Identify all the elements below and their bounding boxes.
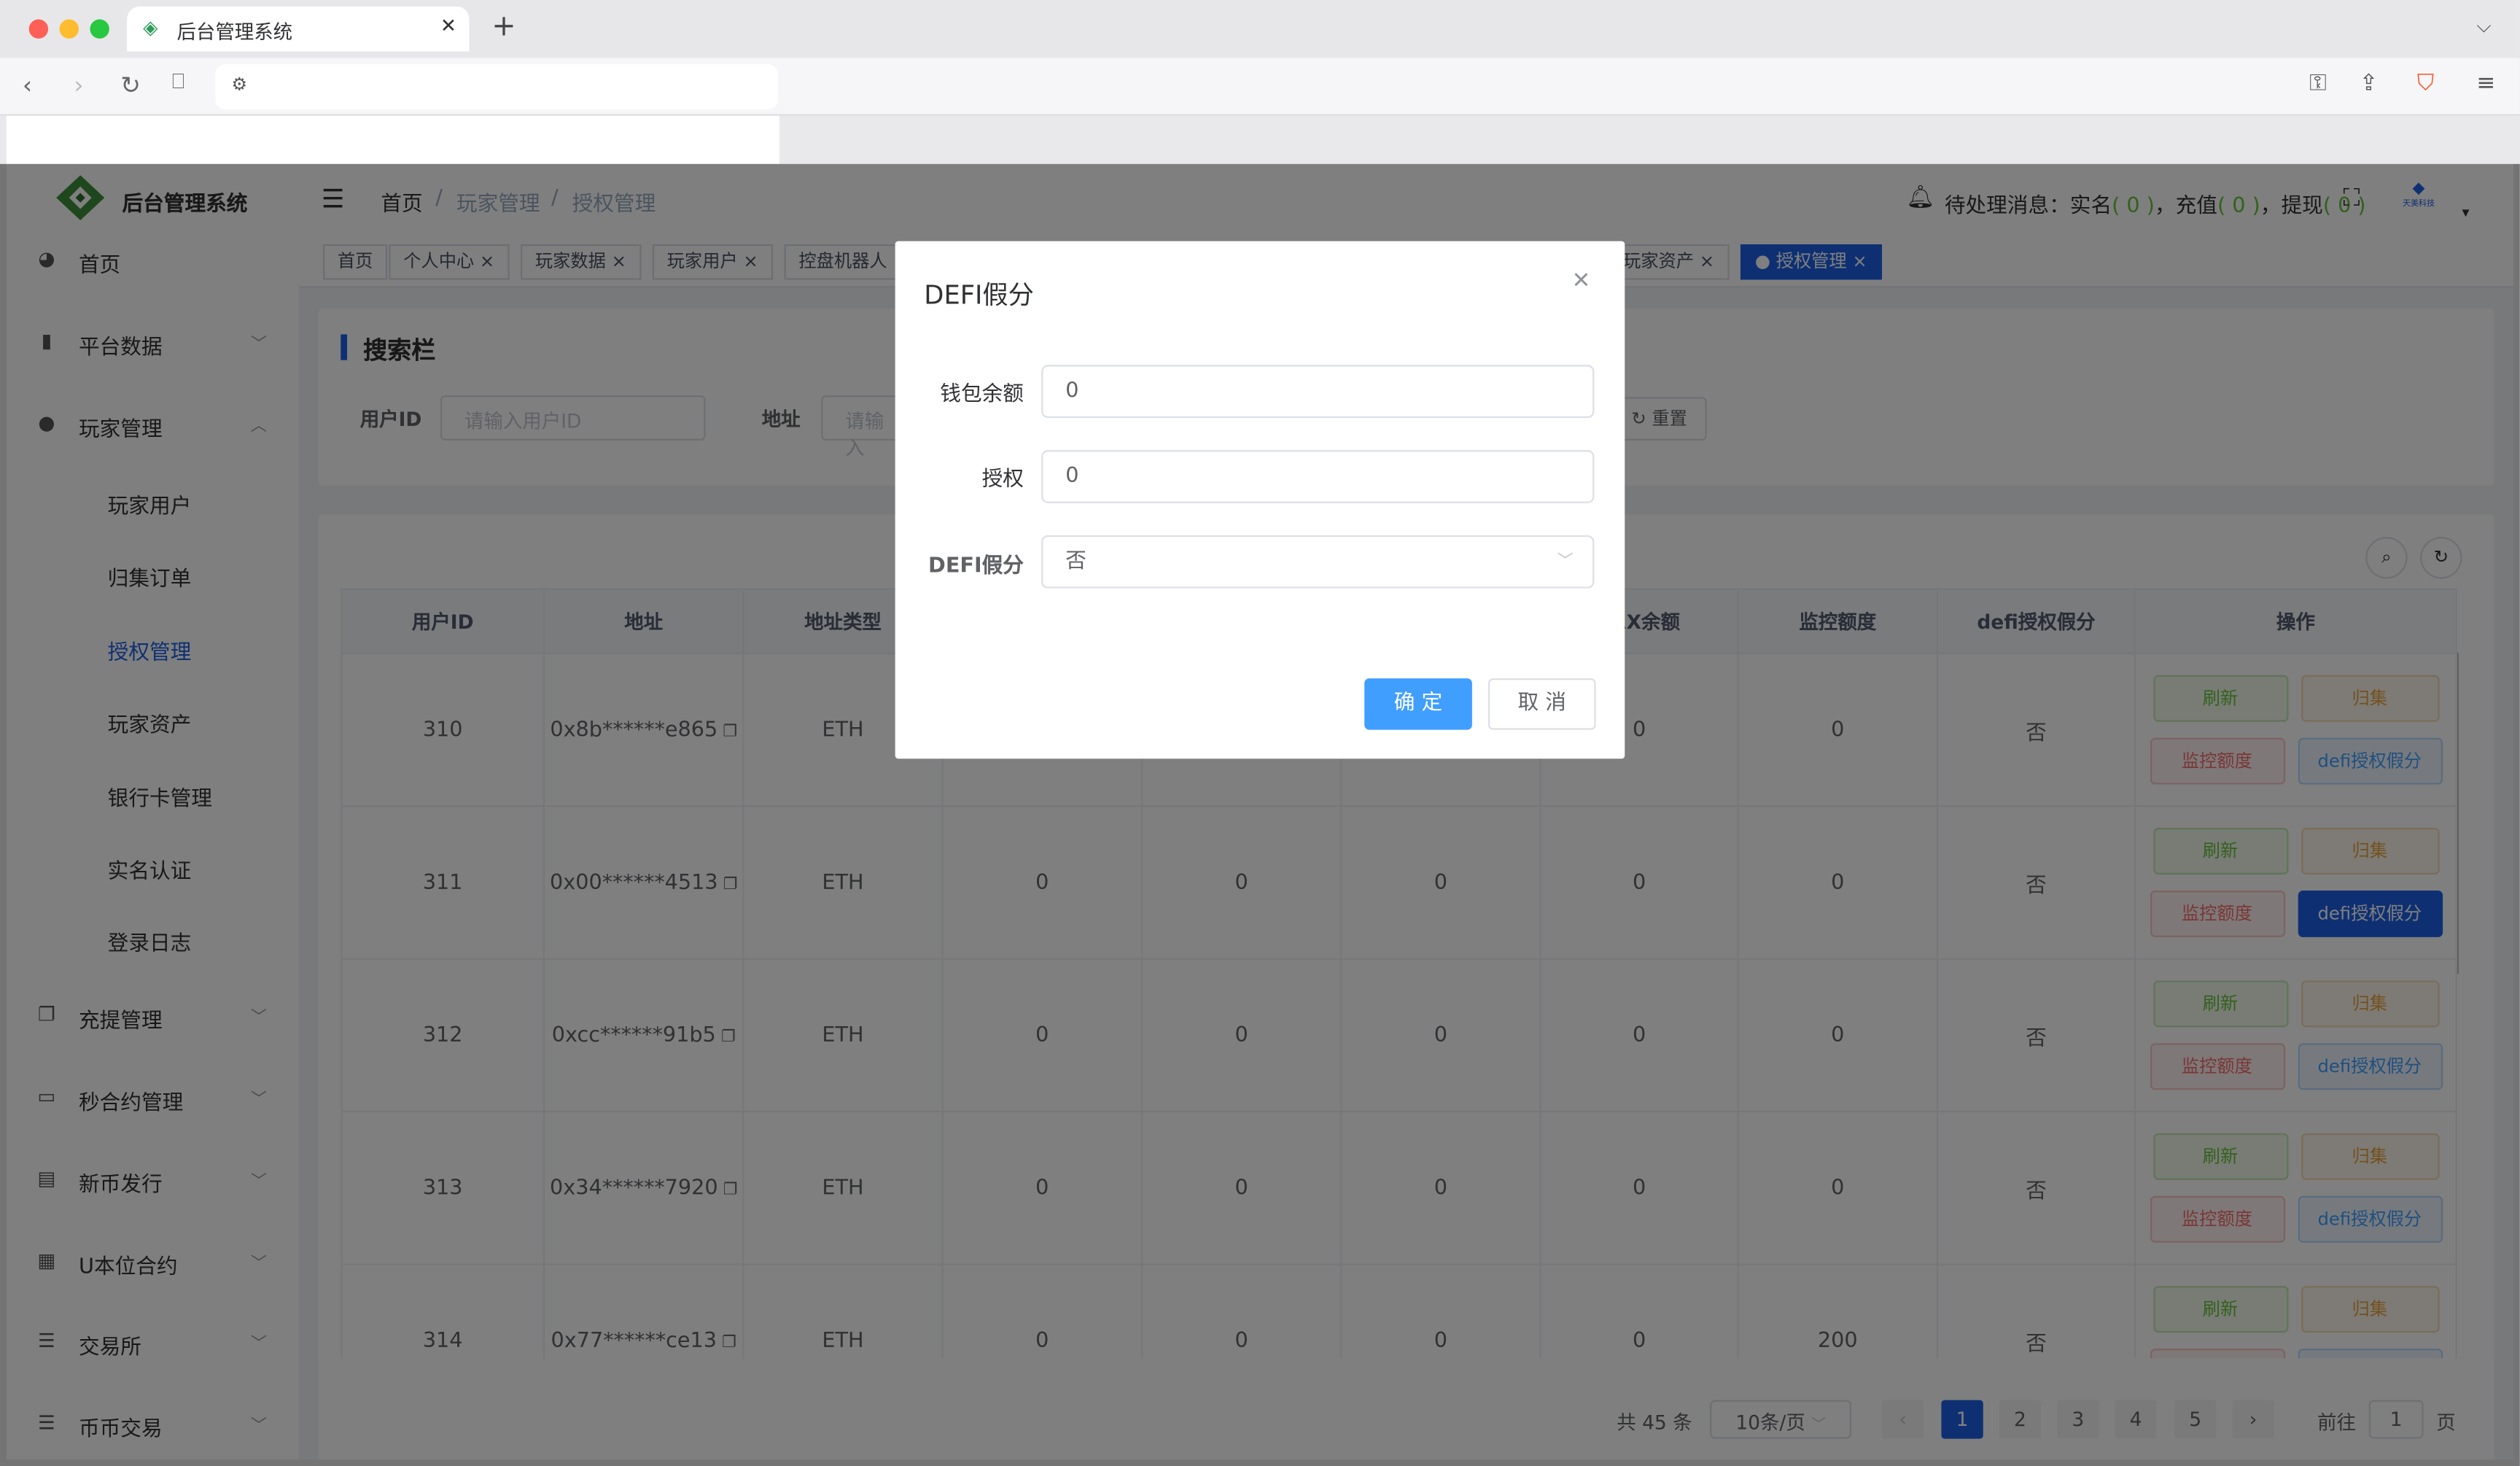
close-icon[interactable]: ✕ xyxy=(1572,268,1591,294)
new-tab-button[interactable]: + xyxy=(491,9,516,43)
close-tab-icon[interactable]: ✕ xyxy=(440,15,456,37)
bookmark-icon[interactable]: ⎕ xyxy=(172,71,184,95)
favicon-icon: ◈ xyxy=(143,16,158,39)
cancel-button[interactable]: 取 消 xyxy=(1488,678,1596,730)
share-icon[interactable]: ⇪ xyxy=(2359,71,2378,96)
wallet-input[interactable]: 0 xyxy=(1041,365,1595,419)
close-window-icon[interactable] xyxy=(28,19,49,39)
maximize-window-icon[interactable] xyxy=(90,19,109,39)
chevron-down-icon: ﹀ xyxy=(1557,553,1574,571)
site-settings-icon[interactable]: ⚙ xyxy=(231,74,247,95)
reload-icon[interactable]: ↻ xyxy=(120,71,141,100)
browser-tab-bar: ◈ 后台管理系统 ✕ + ⌵ xyxy=(0,0,2520,58)
defi-dialog: DEFI假分 ✕ 钱包余额 0 授权 0 DEFI假分 否 ﹀ 确 定 取 消 xyxy=(895,241,1625,759)
defi-select[interactable]: 否 ﹀ xyxy=(1041,535,1595,589)
auth-input[interactable]: 0 xyxy=(1041,450,1595,503)
auth-label: 授权 xyxy=(981,468,1024,492)
browser-tab[interactable]: ◈ 后台管理系统 ✕ xyxy=(127,6,470,52)
brave-shield-icon[interactable]: ⛉ xyxy=(2417,71,2434,96)
browser-tab-title: 后台管理系统 xyxy=(176,20,293,44)
address-bar[interactable]: ⚙ xyxy=(215,64,778,109)
dialog-title: DEFI假分 xyxy=(924,279,1034,311)
menu-icon[interactable]: ≡ xyxy=(2476,71,2495,96)
tab-list-chevron-icon[interactable]: ⌵ xyxy=(2476,15,2491,39)
forward-icon[interactable]: › xyxy=(74,71,83,100)
wallet-label: 钱包余额 xyxy=(940,382,1024,407)
key-icon[interactable]: ⚿ xyxy=(2309,71,2326,96)
minimize-window-icon[interactable] xyxy=(59,19,79,39)
blank-strip xyxy=(6,115,779,168)
confirm-button[interactable]: 确 定 xyxy=(1364,678,1472,730)
defi-label: DEFI假分 xyxy=(928,554,1024,579)
back-icon[interactable]: ‹ xyxy=(23,71,32,100)
address-toolbar: ⚙ xyxy=(0,58,2520,116)
